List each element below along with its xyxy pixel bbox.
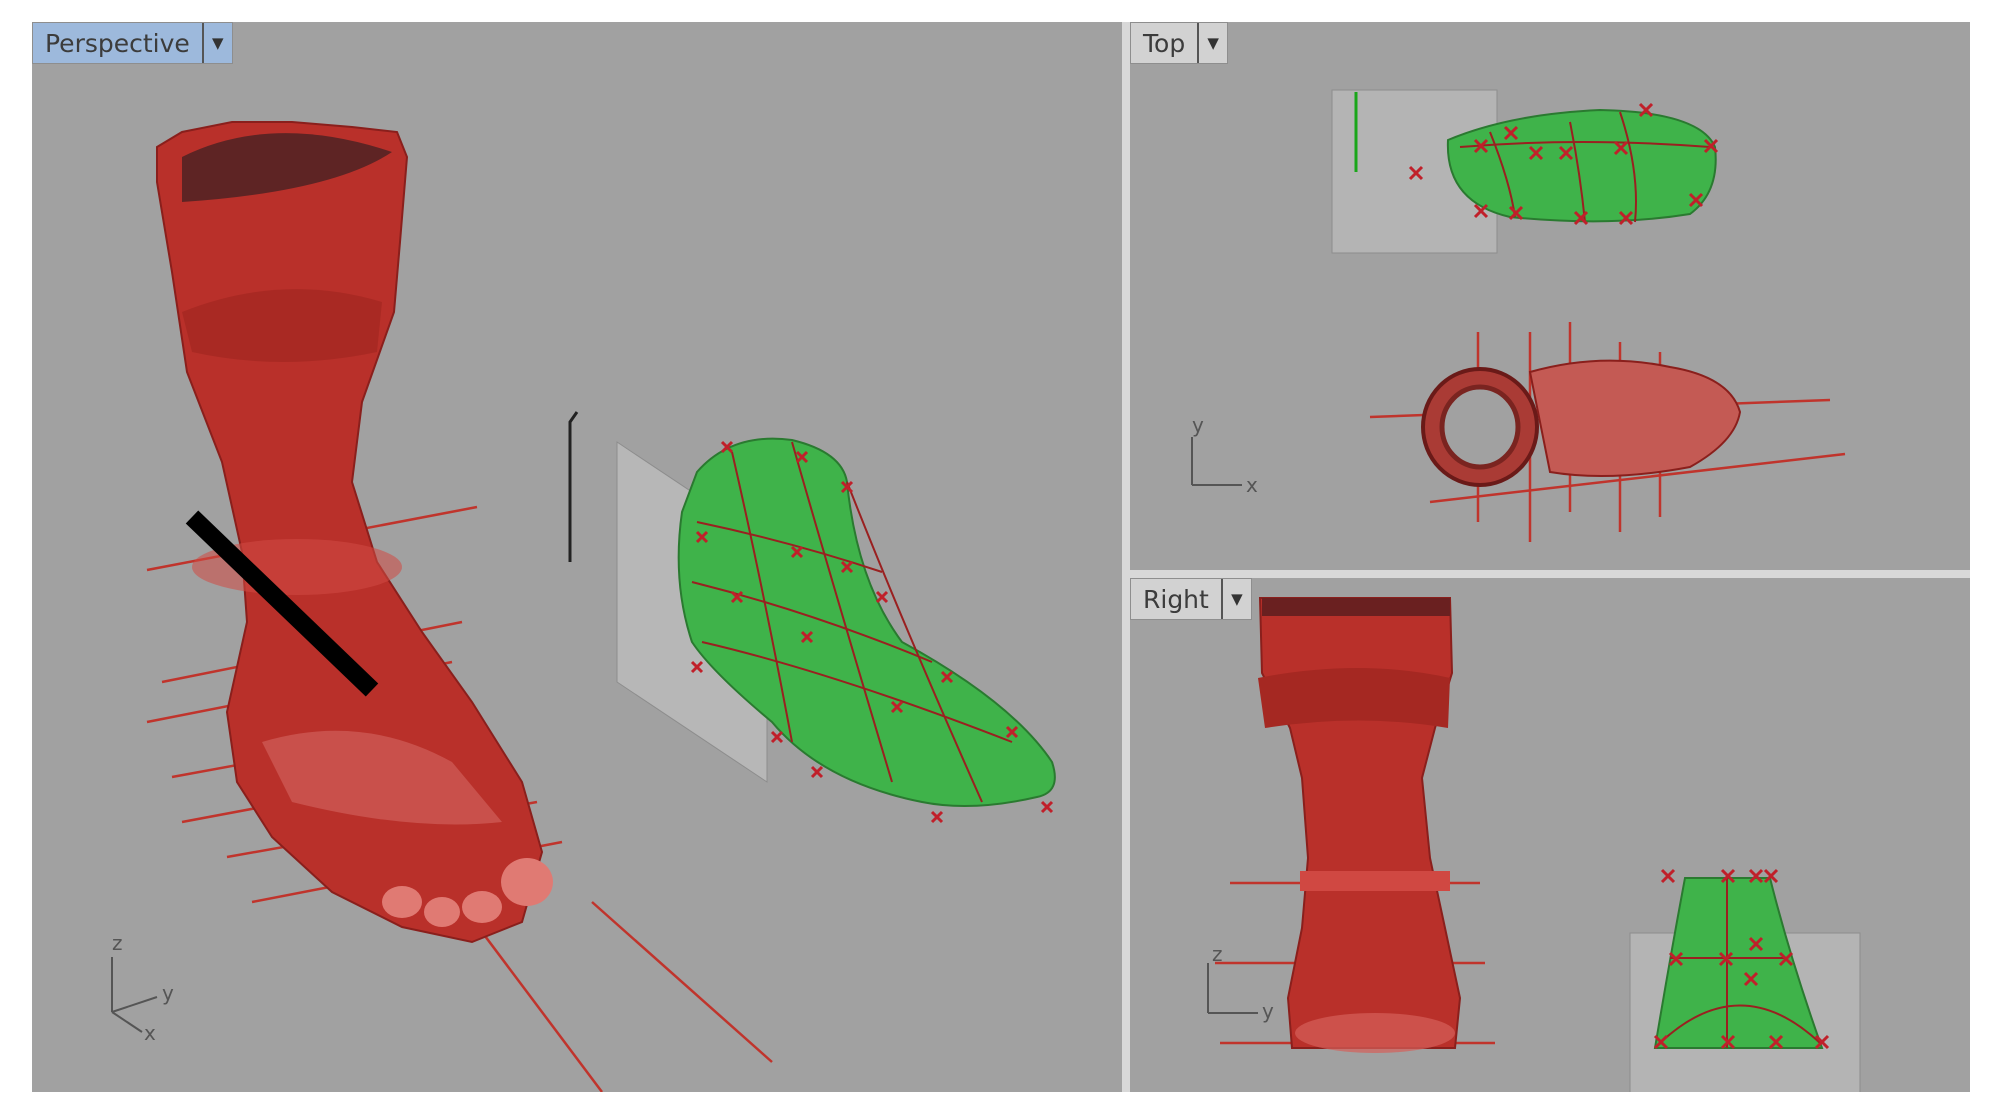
right-viewport[interactable]: z y Right ▼: [1130, 578, 1970, 1092]
right-scene: z y: [1207, 597, 1861, 1092]
axis-label-y: y: [162, 981, 174, 1005]
tab-right[interactable]: Right ▼: [1130, 578, 1252, 620]
top-viewport[interactable]: y x Top ▼: [1130, 22, 1970, 570]
chevron-down-icon[interactable]: ▼: [1220, 579, 1251, 619]
perspective-scene: z y x: [111, 121, 1056, 1092]
perspective-viewport[interactable]: z y x Perspective ▼: [32, 22, 1122, 1092]
chevron-down-icon[interactable]: ▼: [1197, 23, 1227, 63]
top-foot-mesh: [1421, 359, 1742, 487]
chevron-down-icon[interactable]: ▼: [201, 23, 232, 63]
axis-label-x: x: [1246, 473, 1258, 497]
top-shoe-last: [1446, 108, 1717, 223]
viewport-title: Perspective: [45, 28, 190, 58]
plane-bracket: [568, 411, 579, 562]
viewport-splitter-horizontal[interactable]: [1130, 570, 1970, 578]
top-scene: y x: [1191, 89, 1846, 542]
right-foot-mesh: [1258, 597, 1462, 1053]
axis-label-z: z: [1212, 942, 1223, 966]
axis-label-z: z: [112, 931, 123, 955]
top-axes-gizmo: [1191, 437, 1242, 486]
viewport-splitter-vertical[interactable]: [1122, 22, 1130, 1092]
viewport-title: Top: [1143, 28, 1186, 58]
viewport-title: Right: [1143, 584, 1209, 614]
tab-perspective[interactable]: Perspective ▼: [32, 22, 233, 64]
axis-label-y: y: [1192, 413, 1204, 437]
right-axes-gizmo: [1207, 963, 1258, 1014]
axis-label-y: y: [1262, 999, 1274, 1023]
axis-label-x: x: [144, 1021, 156, 1045]
tab-top[interactable]: Top ▼: [1130, 22, 1229, 64]
